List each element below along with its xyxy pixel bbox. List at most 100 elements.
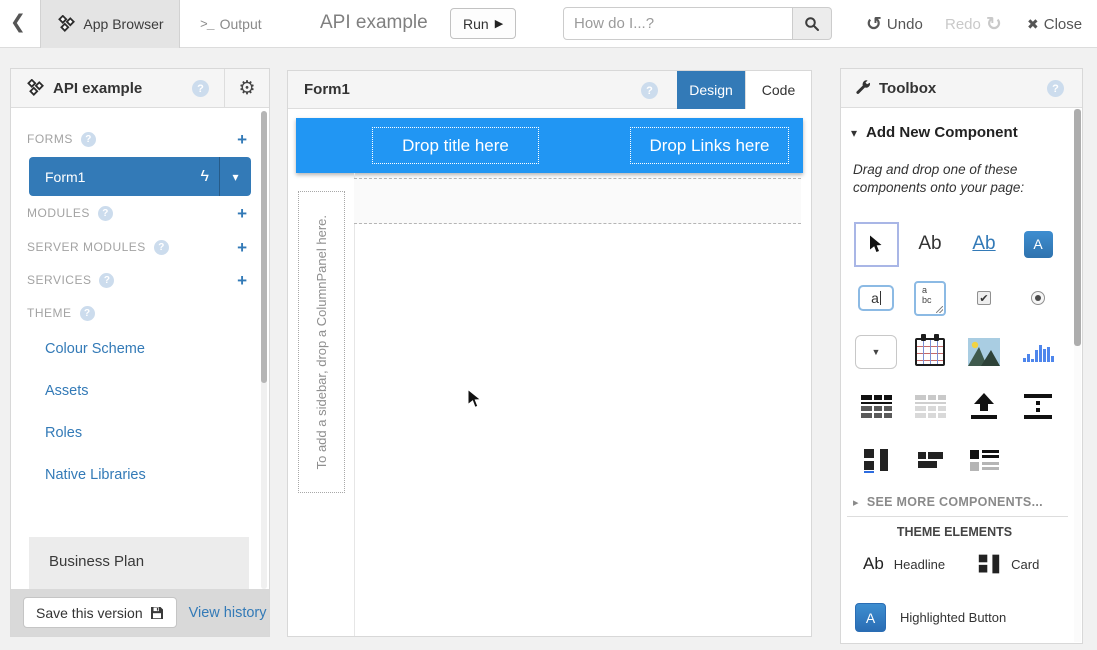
help-icon[interactable]: ? — [80, 306, 95, 321]
component-image[interactable] — [957, 325, 1011, 379]
theme-item-headline[interactable]: Headline — [894, 557, 945, 572]
drop-title-label: Drop title here — [402, 136, 509, 156]
component-plot[interactable] — [1011, 325, 1065, 379]
chevron-down-icon: ▾ — [232, 170, 238, 184]
component-button[interactable]: A — [1011, 217, 1065, 271]
form1-dropdown-button[interactable]: ▾ — [219, 157, 251, 196]
columnpanel-hint-label: To add a sidebar, drop a ColumnPanel her… — [314, 215, 329, 469]
chevron-down-icon: ▾ — [851, 126, 857, 140]
upload-icon — [971, 393, 997, 419]
section-theme: THEME ? — [27, 305, 255, 321]
component-repeatingpanel[interactable] — [957, 433, 1011, 487]
tab-code[interactable]: Code — [745, 71, 811, 109]
search-input[interactable] — [563, 7, 793, 40]
help-icon[interactable]: ? — [1047, 80, 1064, 97]
component-link[interactable]: Ab — [957, 217, 1011, 271]
theme-item-card[interactable]: Card — [977, 553, 1039, 575]
toolbox-scrollbar[interactable] — [1074, 109, 1081, 642]
save-version-button[interactable]: Save this version — [23, 597, 177, 628]
back-chevron-icon[interactable]: ❮ — [10, 11, 26, 34]
theme-item-highlighted-button[interactable]: A Highlighted Button — [855, 603, 1006, 632]
link-glyph: Ab — [972, 233, 995, 255]
component-spacer[interactable] — [1011, 379, 1065, 433]
sidebar-item-colour-scheme[interactable]: Colour Scheme — [45, 341, 145, 357]
columnpanel-drop-hint[interactable]: To add a sidebar, drop a ColumnPanel her… — [298, 191, 345, 493]
search-button[interactable] — [793, 7, 832, 40]
radio-icon — [1031, 291, 1045, 305]
divider — [847, 516, 1068, 517]
cubes-icon — [25, 79, 45, 97]
component-flowpanel[interactable] — [903, 433, 957, 487]
theme-elements-heading: THEME ELEMENTS — [841, 525, 1068, 539]
component-textbox[interactable]: a — [849, 271, 903, 325]
component-datepicker[interactable] — [903, 325, 957, 379]
sidebar-item-roles[interactable]: Roles — [45, 425, 82, 441]
close-button[interactable]: ✖ Close — [1027, 0, 1082, 48]
play-icon: ▶ — [495, 17, 503, 30]
add-module-button[interactable]: + — [237, 205, 247, 222]
component-radiobutton[interactable] — [1011, 271, 1065, 325]
tab-design[interactable]: Design — [677, 71, 745, 109]
component-datagrid[interactable] — [849, 379, 903, 433]
component-columnpanel[interactable] — [849, 433, 903, 487]
drop-zone-indicator[interactable] — [354, 178, 801, 224]
sidebar-item-native-libraries[interactable]: Native Libraries — [45, 467, 146, 483]
component-textarea[interactable]: a bc — [903, 271, 957, 325]
component-dropdown[interactable]: ▼ — [849, 325, 903, 379]
help-icon[interactable]: ? — [81, 132, 96, 147]
help-icon[interactable]: ? — [154, 240, 169, 255]
tab-app-browser[interactable]: App Browser — [40, 0, 180, 48]
section-forms: FORMS ? + — [27, 131, 255, 147]
sidebar-scrollbar-thumb[interactable] — [261, 111, 267, 383]
undo-button[interactable]: ↺ Undo — [866, 0, 923, 48]
add-server-module-button[interactable]: + — [237, 239, 247, 256]
help-icon[interactable]: ? — [192, 80, 209, 97]
sidebar-header: API example ? ⚙ — [11, 69, 269, 108]
add-new-component-toggle[interactable]: ▾ Add New Component — [851, 124, 1018, 141]
add-form-button[interactable]: + — [237, 131, 247, 148]
content-divider — [354, 173, 355, 636]
sidebar-scrollbar[interactable] — [261, 111, 267, 589]
business-plan-item[interactable]: Business Plan — [29, 537, 249, 591]
data-row-panel-icon — [915, 395, 946, 418]
redo-button[interactable]: Redo ↻ — [945, 0, 1002, 48]
settings-gear-button[interactable]: ⚙ — [224, 69, 269, 107]
undo-icon: ↺ — [866, 15, 882, 34]
redo-label: Redo — [945, 16, 981, 33]
component-fileloader[interactable] — [957, 379, 1011, 433]
view-history-link[interactable]: View history — [189, 605, 267, 621]
section-services: SERVICES ? + — [27, 272, 255, 288]
headline-glyph: Ab — [863, 554, 884, 574]
form-panel-title: Form1 — [304, 81, 350, 98]
component-checkbox[interactable]: ✔ — [957, 271, 1011, 325]
cubes-icon — [56, 15, 76, 33]
component-datarowpanel[interactable] — [903, 379, 957, 433]
drop-links-label: Drop Links here — [649, 136, 769, 156]
run-button[interactable]: Run ▶ — [450, 8, 516, 39]
save-version-label: Save this version — [36, 605, 143, 621]
form-designer-panel: Form1 ? Design Code Drop title here Drop… — [287, 70, 812, 637]
run-label: Run — [463, 16, 489, 32]
redo-icon: ↻ — [986, 15, 1002, 34]
component-label[interactable]: Ab — [903, 217, 957, 271]
textarea-icon: a bc — [914, 281, 946, 316]
see-more-components-link[interactable]: ▸ SEE MORE COMPONENTS... — [853, 495, 1043, 509]
toolbox-scrollbar-thumb[interactable] — [1074, 109, 1081, 346]
form1-item[interactable]: Form1 ϟ ▾ — [29, 157, 251, 196]
help-icon[interactable]: ? — [98, 206, 113, 221]
help-icon[interactable]: ? — [99, 273, 114, 288]
drop-links-zone[interactable]: Drop Links here — [630, 127, 789, 164]
repeating-panel-icon — [970, 450, 999, 471]
drop-title-zone[interactable]: Drop title here — [372, 127, 539, 164]
help-icon[interactable]: ? — [641, 82, 658, 99]
tab-output[interactable]: >_ Output — [190, 0, 272, 48]
form1-main[interactable]: Form1 ϟ — [29, 157, 219, 196]
component-select-tool[interactable] — [849, 217, 903, 271]
textbox-glyph: a — [871, 290, 879, 306]
sidebar-item-assets[interactable]: Assets — [45, 383, 89, 399]
form-navbar[interactable]: Drop title here Drop Links here — [296, 118, 803, 173]
select-tool-box — [854, 222, 899, 267]
calendar-icon — [915, 338, 945, 366]
toolbox-header: Toolbox ? — [841, 69, 1082, 108]
add-service-button[interactable]: + — [237, 272, 247, 289]
